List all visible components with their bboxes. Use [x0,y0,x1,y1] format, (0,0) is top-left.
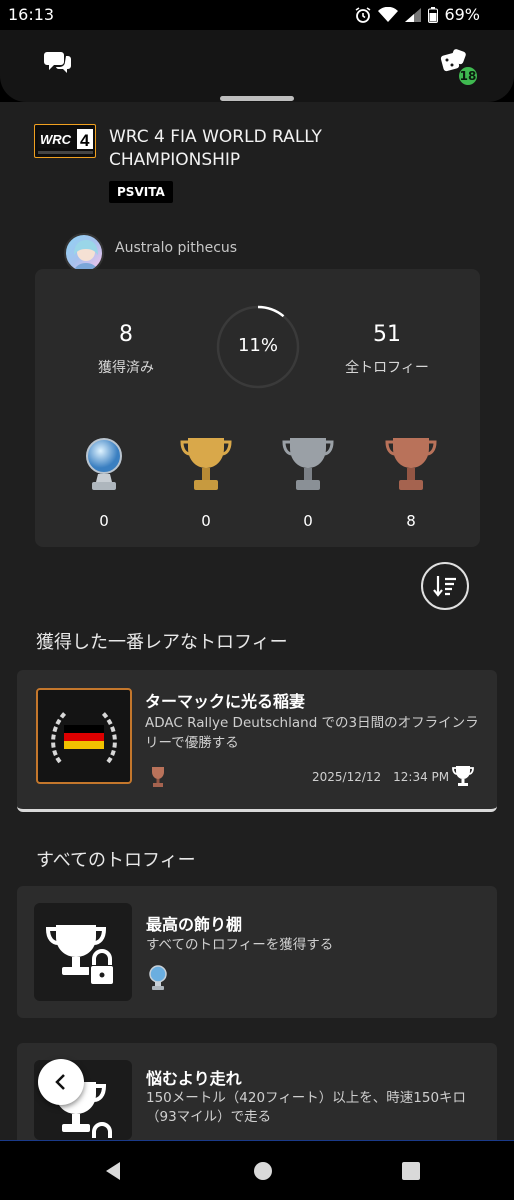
battery-icon [428,6,439,23]
earned-label: 獲得済み [98,360,154,376]
laurel-flag-icon [51,710,117,764]
trophy-outline-icon [452,766,474,786]
rarest-trophy-card[interactable]: ターマックに光る稲妻 ADAC Rallye Deutschland での3日間… [17,670,497,812]
svg-text:WRC: WRC [40,132,72,147]
drag-handle[interactable] [220,96,294,101]
platform-badge: PSVITA [109,181,173,203]
platinum-count: 0 [99,512,109,530]
trophy-description: すべてのトロフィーを獲得する [146,937,334,953]
nav-recents-icon[interactable] [399,1159,423,1183]
earned-count: 8 [119,322,133,347]
status-time: 16:13 [8,5,55,24]
silver-trophy-count: 0 [278,432,338,530]
total-label: 全トロフィー [345,360,429,376]
wrc-logo-icon: WRC 4 [38,129,93,154]
platinum-trophy-icon [86,438,122,490]
notification-badge: 18 [457,65,479,87]
signal-icon [405,7,422,22]
gold-count: 0 [201,512,211,530]
chevron-left-icon [55,1074,65,1090]
wifi-icon [378,6,399,22]
trophy-description: 150メートル（420フィート）以上を、時速150キロ（93マイル）で走る [146,1090,467,1125]
trophy-name: 悩むより走れ [146,1069,242,1088]
nav-home-icon[interactable] [251,1159,275,1183]
gold-trophy-count: 0 [176,432,236,530]
bronze-trophy-icon [152,767,164,787]
game-title: WRC 4 FIA WORLD RALLY CHAMPIONSHIP [109,127,322,170]
game-logo: WRC 4 [34,124,96,158]
chat-bubbles-icon [44,52,71,73]
rarest-trophy-date: 2025/12/12 12:34 PM [312,770,450,784]
chat-button[interactable] [42,46,82,86]
bronze-trophy-icon [385,438,437,490]
all-trophies-section-title: すべてのトロフィー [36,850,196,871]
battery-percent: 69% [444,5,480,24]
sort-icon [433,576,456,597]
svg-text:4: 4 [80,131,90,150]
locked-trophy-image [34,903,132,1001]
system-navigation-bar [0,1140,514,1200]
silver-count: 0 [303,512,313,530]
username[interactable]: Australo pithecus [115,240,237,256]
bronze-trophy-count: 8 [381,432,441,530]
locked-trophy-icon [45,925,115,986]
status-bar: 16:13 69% [0,0,514,30]
platinum-trophy-count: 0 [74,432,134,530]
sort-button[interactable] [421,562,469,610]
total-count: 51 [373,322,401,347]
avatar-image [73,240,99,271]
rarest-trophy-image [36,688,132,784]
trophy-name: 最高の飾り棚 [146,915,243,934]
list-item[interactable]: 最高の飾り棚 すべてのトロフィーを獲得する [17,886,497,1018]
rarest-trophy-description: ADAC Rallye Deutschland での3日間のオフラインラリーで優… [145,715,479,751]
rarest-section-title: 獲得した一番レアなトロフィー [36,632,288,653]
progress-percent: 11% [237,335,278,356]
platinum-trophy-icon [149,965,167,990]
alarm-icon [355,6,371,23]
silver-trophy-icon [282,438,334,490]
top-bar [0,30,514,102]
gold-trophy-icon [180,438,232,490]
rarest-trophy-name: ターマックに光る稲妻 [145,692,306,711]
status-icons: 69% [354,5,480,24]
nav-back-icon[interactable] [101,1159,125,1183]
avatar[interactable] [64,233,104,273]
back-button[interactable] [38,1059,84,1105]
bronze-count: 8 [406,512,416,530]
